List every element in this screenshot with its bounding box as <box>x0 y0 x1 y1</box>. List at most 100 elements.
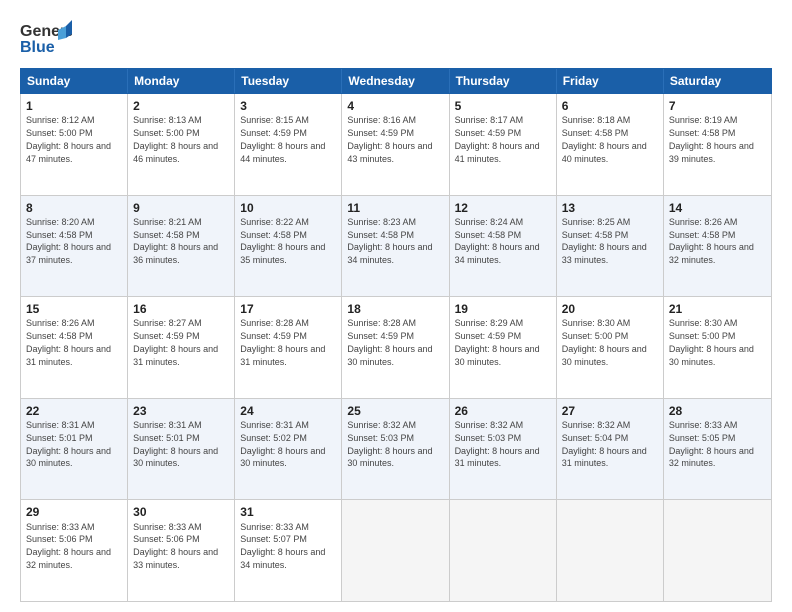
table-row: 21Sunrise: 8:30 AMSunset: 5:00 PMDayligh… <box>664 297 771 398</box>
calendar-body: 1Sunrise: 8:12 AMSunset: 5:00 PMDaylight… <box>20 94 772 602</box>
table-row: 27Sunrise: 8:32 AMSunset: 5:04 PMDayligh… <box>557 399 664 500</box>
table-row: 12Sunrise: 8:24 AMSunset: 4:58 PMDayligh… <box>450 196 557 297</box>
week-row-5: 29 Sunrise: 8:33 AMSunset: 5:06 PMDayligh… <box>21 500 771 601</box>
cell-info: Sunrise: 8:31 AMSunset: 5:02 PMDaylight:… <box>240 420 325 468</box>
day-number: 26 <box>455 403 551 419</box>
table-row: 16Sunrise: 8:27 AMSunset: 4:59 PMDayligh… <box>128 297 235 398</box>
cell-info: Sunrise: 8:25 AMSunset: 4:58 PMDaylight:… <box>562 217 647 265</box>
cell-info: Sunrise: 8:33 AMSunset: 5:05 PMDaylight:… <box>669 420 754 468</box>
day-number: 10 <box>240 200 336 216</box>
table-row: 23Sunrise: 8:31 AMSunset: 5:01 PMDayligh… <box>128 399 235 500</box>
cell-info: Sunrise: 8:13 AMSunset: 5:00 PMDaylight:… <box>133 115 218 163</box>
cell-info: Sunrise: 8:28 AMSunset: 4:59 PMDaylight:… <box>240 318 325 366</box>
cell-info: Sunrise: 8:26 AMSunset: 4:58 PMDaylight:… <box>26 318 111 366</box>
day-number: 23 <box>133 403 229 419</box>
cell-info: Sunrise: 8:33 AMSunset: 5:06 PMDaylight:… <box>26 522 111 570</box>
table-row: 15Sunrise: 8:26 AMSunset: 4:58 PMDayligh… <box>21 297 128 398</box>
week-row-4: 22Sunrise: 8:31 AMSunset: 5:01 PMDayligh… <box>21 399 771 501</box>
table-row <box>557 500 664 601</box>
cell-info: Sunrise: 8:32 AMSunset: 5:03 PMDaylight:… <box>455 420 540 468</box>
day-number: 29 <box>26 504 122 520</box>
day-number: 27 <box>562 403 658 419</box>
table-row: 14Sunrise: 8:26 AMSunset: 4:58 PMDayligh… <box>664 196 771 297</box>
day-header-sunday: Sunday <box>21 69 128 93</box>
week-row-3: 15Sunrise: 8:26 AMSunset: 4:58 PMDayligh… <box>21 297 771 399</box>
day-number: 6 <box>562 98 658 114</box>
cell-info: Sunrise: 8:22 AMSunset: 4:58 PMDaylight:… <box>240 217 325 265</box>
table-row: 18Sunrise: 8:28 AMSunset: 4:59 PMDayligh… <box>342 297 449 398</box>
table-row: 22Sunrise: 8:31 AMSunset: 5:01 PMDayligh… <box>21 399 128 500</box>
cell-info: Sunrise: 8:33 AMSunset: 5:07 PMDaylight:… <box>240 522 325 570</box>
table-row: 28Sunrise: 8:33 AMSunset: 5:05 PMDayligh… <box>664 399 771 500</box>
day-header-tuesday: Tuesday <box>235 69 342 93</box>
day-number: 17 <box>240 301 336 317</box>
table-row: 17Sunrise: 8:28 AMSunset: 4:59 PMDayligh… <box>235 297 342 398</box>
cell-info: Sunrise: 8:33 AMSunset: 5:06 PMDaylight:… <box>133 522 218 570</box>
day-number: 24 <box>240 403 336 419</box>
day-number: 21 <box>669 301 766 317</box>
cell-info: Sunrise: 8:32 AMSunset: 5:03 PMDaylight:… <box>347 420 432 468</box>
table-row: 3Sunrise: 8:15 AMSunset: 4:59 PMDaylight… <box>235 94 342 195</box>
day-number: 5 <box>455 98 551 114</box>
cell-info: Sunrise: 8:21 AMSunset: 4:58 PMDaylight:… <box>133 217 218 265</box>
table-row: 11Sunrise: 8:23 AMSunset: 4:58 PMDayligh… <box>342 196 449 297</box>
day-number: 2 <box>133 98 229 114</box>
page: General Blue SundayMondayTuesdayWednesda… <box>0 0 792 612</box>
day-number: 16 <box>133 301 229 317</box>
day-number: 14 <box>669 200 766 216</box>
cell-info: Sunrise: 8:18 AMSunset: 4:58 PMDaylight:… <box>562 115 647 163</box>
cell-info: Sunrise: 8:15 AMSunset: 4:59 PMDaylight:… <box>240 115 325 163</box>
cell-info: Sunrise: 8:32 AMSunset: 5:04 PMDaylight:… <box>562 420 647 468</box>
table-row: 4Sunrise: 8:16 AMSunset: 4:59 PMDaylight… <box>342 94 449 195</box>
table-row: 30 Sunrise: 8:33 AMSunset: 5:06 PMDayligh… <box>128 500 235 601</box>
table-row: 5Sunrise: 8:17 AMSunset: 4:59 PMDaylight… <box>450 94 557 195</box>
day-header-friday: Friday <box>557 69 664 93</box>
day-number: 20 <box>562 301 658 317</box>
svg-text:Blue: Blue <box>20 39 55 56</box>
day-number: 11 <box>347 200 443 216</box>
cell-info: Sunrise: 8:30 AMSunset: 5:00 PMDaylight:… <box>562 318 647 366</box>
cell-info: Sunrise: 8:17 AMSunset: 4:59 PMDaylight:… <box>455 115 540 163</box>
day-number: 7 <box>669 98 766 114</box>
table-row: 10Sunrise: 8:22 AMSunset: 4:58 PMDayligh… <box>235 196 342 297</box>
week-row-1: 1Sunrise: 8:12 AMSunset: 5:00 PMDaylight… <box>21 94 771 196</box>
table-row: 26Sunrise: 8:32 AMSunset: 5:03 PMDayligh… <box>450 399 557 500</box>
day-number: 9 <box>133 200 229 216</box>
day-number: 15 <box>26 301 122 317</box>
table-row: 2Sunrise: 8:13 AMSunset: 5:00 PMDaylight… <box>128 94 235 195</box>
day-header-wednesday: Wednesday <box>342 69 449 93</box>
day-number: 12 <box>455 200 551 216</box>
cell-info: Sunrise: 8:20 AMSunset: 4:58 PMDaylight:… <box>26 217 111 265</box>
cell-info: Sunrise: 8:12 AMSunset: 5:00 PMDaylight:… <box>26 115 111 163</box>
table-row <box>664 500 771 601</box>
table-row: 25Sunrise: 8:32 AMSunset: 5:03 PMDayligh… <box>342 399 449 500</box>
cell-info: Sunrise: 8:28 AMSunset: 4:59 PMDaylight:… <box>347 318 432 366</box>
cell-info: Sunrise: 8:29 AMSunset: 4:59 PMDaylight:… <box>455 318 540 366</box>
table-row: 29 Sunrise: 8:33 AMSunset: 5:06 PMDayligh… <box>21 500 128 601</box>
table-row: 7Sunrise: 8:19 AMSunset: 4:58 PMDaylight… <box>664 94 771 195</box>
day-number: 19 <box>455 301 551 317</box>
cell-info: Sunrise: 8:23 AMSunset: 4:58 PMDaylight:… <box>347 217 432 265</box>
table-row <box>450 500 557 601</box>
cell-info: Sunrise: 8:19 AMSunset: 4:58 PMDaylight:… <box>669 115 754 163</box>
day-number: 18 <box>347 301 443 317</box>
week-row-2: 8Sunrise: 8:20 AMSunset: 4:58 PMDaylight… <box>21 196 771 298</box>
day-number: 4 <box>347 98 443 114</box>
table-row: 13Sunrise: 8:25 AMSunset: 4:58 PMDayligh… <box>557 196 664 297</box>
day-number: 28 <box>669 403 766 419</box>
day-number: 3 <box>240 98 336 114</box>
table-row: 24Sunrise: 8:31 AMSunset: 5:02 PMDayligh… <box>235 399 342 500</box>
cell-info: Sunrise: 8:30 AMSunset: 5:00 PMDaylight:… <box>669 318 754 366</box>
day-number: 31 <box>240 504 336 520</box>
logo-icon: General Blue <box>20 18 72 58</box>
cell-info: Sunrise: 8:31 AMSunset: 5:01 PMDaylight:… <box>133 420 218 468</box>
table-row: 8Sunrise: 8:20 AMSunset: 4:58 PMDaylight… <box>21 196 128 297</box>
day-header-thursday: Thursday <box>450 69 557 93</box>
day-number: 25 <box>347 403 443 419</box>
day-number: 30 <box>133 504 229 520</box>
table-row: 9Sunrise: 8:21 AMSunset: 4:58 PMDaylight… <box>128 196 235 297</box>
header: General Blue <box>20 18 772 58</box>
table-row <box>342 500 449 601</box>
cell-info: Sunrise: 8:27 AMSunset: 4:59 PMDaylight:… <box>133 318 218 366</box>
cell-info: Sunrise: 8:24 AMSunset: 4:58 PMDaylight:… <box>455 217 540 265</box>
